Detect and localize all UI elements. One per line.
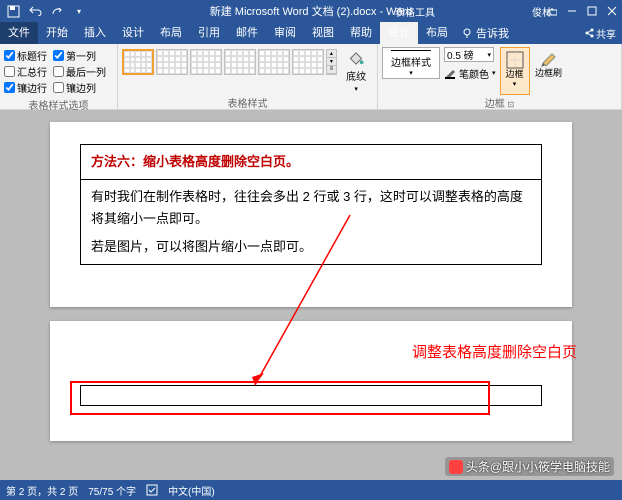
maximize-icon[interactable] [582,2,602,20]
group-label: 边框 ⊡ [382,95,617,111]
ribbon-tabs: 文件 开始 插入 设计 布局 引用 邮件 审阅 视图 帮助 设计 布局 告诉我 … [0,22,622,44]
tab-insert[interactable]: 插入 [76,22,114,44]
document-area[interactable]: 方法六：缩小表格高度删除空白页。 有时我们在制作表格时，往往会多出 2 行或 3… [0,110,622,480]
title-cell[interactable]: 方法六：缩小表格高度删除空白页。 [81,145,542,180]
style-thumb[interactable] [122,49,154,75]
chk-banded-cols[interactable]: 镶边列 [53,80,96,95]
style-gallery[interactable]: ▴▾≡ 底纹 ▾ [122,46,373,95]
group-borders: 边框样式▾ 0.5 磅▾ 笔颜色▾ 边框 ▾ 边框刷 边框 ⊡ [378,44,622,109]
pen-icon [444,67,456,79]
spellcheck-icon[interactable] [146,484,158,496]
toutiao-logo-icon [449,460,463,474]
page-2: 调整表格高度删除空白页 [50,321,572,441]
tab-design[interactable]: 设计 [114,22,152,44]
shading-button[interactable]: 底纹 ▾ [341,51,371,93]
watermark: 头条@跟小小筱学电脑技能 [445,457,614,476]
annotation-text: 调整表格高度删除空白页 [412,341,577,362]
chk-header-row[interactable]: 标题行 [4,48,47,63]
group-style-options: 标题行 第一列 汇总行 最后一列 镶边行 镶边列 表格样式选项 [0,44,118,109]
ribbon-options-icon[interactable] [542,2,562,20]
border-weight-dropdown[interactable]: 0.5 磅▾ [444,47,494,62]
ribbon: 标题行 第一列 汇总行 最后一列 镶边行 镶边列 表格样式选项 ▴▾≡ [0,44,622,110]
highlight-box [70,381,490,415]
undo-icon[interactable] [26,2,44,20]
border-icon [506,51,524,69]
style-thumb[interactable] [258,49,290,75]
save-icon[interactable] [4,2,22,20]
language-indicator[interactable]: 中文(中国) [168,483,215,498]
chk-last-col[interactable]: 最后一列 [53,64,106,79]
word-count[interactable]: 75/75 个字 [88,483,136,498]
group-table-styles: ▴▾≡ 底纹 ▾ 表格样式 [118,44,378,109]
painter-icon [540,50,558,68]
style-thumb[interactable] [190,49,222,75]
close-icon[interactable] [602,2,622,20]
share-button[interactable]: 共享 [584,26,616,41]
minimize-icon[interactable] [562,2,582,20]
chk-banded-rows[interactable]: 镶边行 [4,80,47,95]
context-tools-label: 表格工具 [395,4,435,19]
tab-view[interactable]: 视图 [304,22,342,44]
tab-mailings[interactable]: 邮件 [228,22,266,44]
chk-first-col[interactable]: 第一列 [53,48,96,63]
tab-review[interactable]: 审阅 [266,22,304,44]
chk-total-row[interactable]: 汇总行 [4,64,47,79]
document-title: 新建 Microsoft Word 文档 (2).docx - Word [210,3,413,19]
borders-button[interactable]: 边框 ▾ [500,47,530,95]
doc-table[interactable]: 方法六：缩小表格高度删除空白页。 有时我们在制作表格时，往往会多出 2 行或 3… [80,144,542,265]
style-thumb[interactable] [292,49,324,75]
bulb-icon [462,28,473,39]
dropdown-icon: ▾ [354,85,358,93]
tab-file[interactable]: 文件 [0,22,38,44]
share-icon [584,28,594,38]
page-indicator[interactable]: 第 2 页，共 2 页 [6,483,78,498]
tab-layout[interactable]: 布局 [152,22,190,44]
title-bar: ▾ 新建 Microsoft Word 文档 (2).docx - Word 表… [0,0,622,22]
page-1: 方法六：缩小表格高度删除空白页。 有时我们在制作表格时，往往会多出 2 行或 3… [50,122,572,307]
border-painter-button[interactable]: 边框刷 [534,47,564,95]
style-thumb[interactable] [156,49,188,75]
redo-icon[interactable] [48,2,66,20]
border-style-dropdown[interactable]: 边框样式▾ [382,47,440,79]
tab-help[interactable]: 帮助 [342,22,380,44]
group-label: 表格样式 [122,95,373,111]
style-thumb[interactable] [224,49,256,75]
bucket-icon [347,51,365,66]
tab-home[interactable]: 开始 [38,22,76,44]
tell-me-search[interactable]: 告诉我 [456,25,515,41]
body-cell[interactable]: 有时我们在制作表格时，往往会多出 2 行或 3 行，这时可以调整表格的高度将其缩… [81,180,542,265]
qat-customize-icon[interactable]: ▾ [70,2,88,20]
gallery-expand[interactable]: ▴▾≡ [326,49,337,75]
pen-color-dropdown[interactable]: 笔颜色▾ [444,64,496,82]
status-bar: 第 2 页，共 2 页 75/75 个字 中文(中国) [0,480,622,500]
tab-references[interactable]: 引用 [190,22,228,44]
tab-table-design[interactable]: 设计 [380,22,418,44]
dropdown-icon: ▾ [513,81,517,89]
tab-table-layout[interactable]: 布局 [418,22,456,44]
